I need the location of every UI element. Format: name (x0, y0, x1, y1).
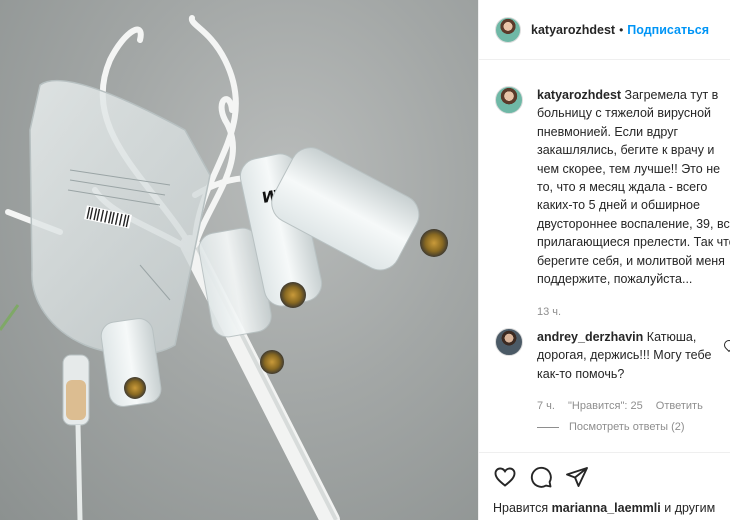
iv-drip-illustration: ИТОМИ (0, 15, 448, 520)
instagram-post: ИТОМИ katyarozhdest • Подписаться katyar… (0, 0, 730, 520)
action-icons (493, 465, 589, 489)
caption-text: Загремела тут в больницу с тяжелой вирус… (537, 88, 730, 287)
comment-likes[interactable]: "Нравится": 25 (568, 400, 643, 412)
comment-avatar[interactable] (495, 328, 523, 356)
view-replies-label[interactable]: Посмотреть ответы (2) (569, 421, 685, 433)
comment-like-icon[interactable] (721, 337, 730, 353)
post-side-panel: katyarozhdest • Подписаться katyarozhdes… (478, 0, 730, 520)
likes-prefix: Нравится (493, 501, 549, 515)
header-username[interactable]: katyarozhdest (531, 23, 615, 37)
comment-time[interactable]: 7 ч. (537, 400, 555, 412)
likes-suffix[interactable]: и другим (664, 501, 715, 515)
caption: katyarozhdest Загремела тут в больницу с… (495, 86, 730, 288)
comment-meta: 7 ч. "Нравится": 25 Ответить (537, 400, 713, 412)
heart-icon[interactable] (493, 465, 517, 489)
comment-icon[interactable] (529, 465, 553, 489)
caption-time[interactable]: 13 ч. (537, 306, 561, 318)
header-separator: • (619, 22, 624, 37)
post-photo[interactable]: ИТОМИ (0, 0, 478, 520)
follow-button[interactable]: Подписаться (627, 23, 709, 37)
post-actions: Нравится marianna_laemmli и другим (479, 452, 730, 520)
replies-line (537, 426, 559, 428)
caption-username[interactable]: katyarozhdest (537, 88, 621, 102)
comment-body: andrey_derzhavin Катюша, дорогая, держис… (537, 328, 717, 383)
share-icon[interactable] (565, 465, 589, 489)
caption-body: katyarozhdest Загремела тут в больницу с… (537, 86, 730, 288)
bottle-left (100, 318, 162, 407)
post-header: katyarozhdest • Подписаться (479, 0, 730, 60)
comment-username[interactable]: andrey_derzhavin (537, 330, 643, 344)
likes-user[interactable]: marianna_laemmli (552, 501, 661, 515)
likes-line: Нравится marianna_laemmli и другим (493, 501, 715, 515)
view-replies[interactable]: Посмотреть ответы (2) (537, 421, 695, 433)
reply-button[interactable]: Ответить (656, 400, 703, 412)
caption-avatar[interactable] (495, 86, 523, 114)
comment: andrey_derzhavin Катюша, дорогая, держис… (495, 328, 717, 383)
iv-bag (0, 79, 211, 520)
avatar[interactable] (495, 16, 521, 43)
